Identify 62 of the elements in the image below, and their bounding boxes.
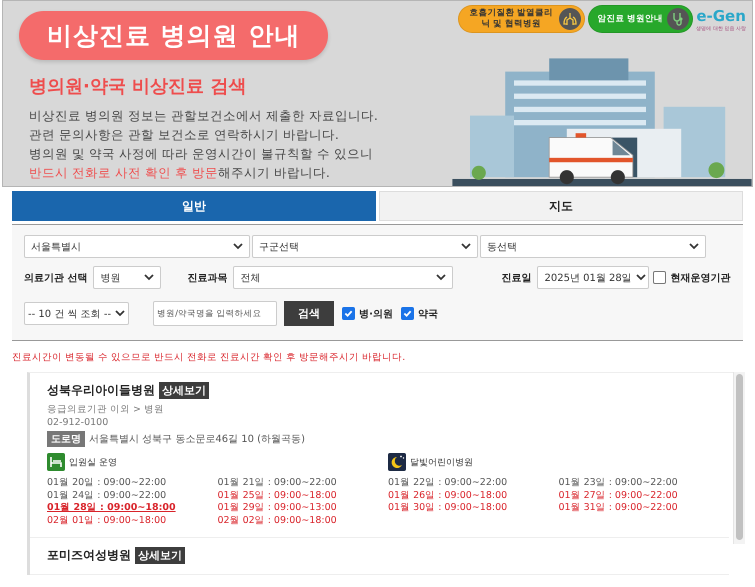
dropdown[interactable]: 서울특별시 (24, 235, 250, 258)
schedule-entry: 02월 02일 : 09:00~18:00 (218, 514, 338, 527)
bed-icon (47, 453, 65, 471)
field-label: 진료일 (501, 272, 532, 284)
checkbox[interactable] (653, 271, 666, 284)
checkbox[interactable] (342, 307, 356, 320)
schedule-entry: 01월 25일 : 09:00~18:00 (218, 490, 338, 502)
banner-subtitle: 병의원·약국 비상진료 검색 (29, 75, 248, 98)
chevron-down-icon (436, 274, 446, 281)
chevron-down-icon (233, 243, 243, 250)
moon-icon (388, 453, 406, 471)
chevron-down-icon (636, 274, 646, 281)
schedule-entry: 01월 22일 : 09:00~22:00 (388, 477, 508, 490)
checkbox-label: 현재운영기관 (670, 272, 730, 284)
notice-text: 진료시간이 변동될 수 있으므로 반드시 전화로 진료시간 확인 후 방문해주시기 바랍니다. (12, 351, 406, 364)
detail-button[interactable]: 상세보기 (135, 547, 185, 564)
search-field[interactable]: 병원/약국명을 입력하세요 (153, 301, 278, 326)
hospital-category: 응급의료기관 이외 > 병원 (47, 403, 166, 416)
dropdown[interactable]: 동선택 (480, 235, 706, 258)
phone-number: 02-912-0100 (47, 416, 110, 429)
stethoscope-icon (667, 8, 690, 30)
hospital-name: 포미즈여성병원 (47, 547, 131, 564)
logo-text: e-Gen (696, 6, 746, 24)
checkbox-label: 약국 (418, 308, 438, 320)
detail-button[interactable]: 상세보기 (159, 382, 209, 399)
chevron-down-icon (461, 243, 471, 250)
field-label: 의료기관 선택 (24, 272, 88, 284)
address-text: 서울특별시 성북구 동소문로46길 10 (하월곡동) (89, 433, 305, 446)
tab[interactable]: 지도 (379, 191, 743, 221)
banner-title: 비상진료 병의원 안내 (19, 11, 328, 60)
schedule-entry: 01월 30일 : 09:00~18:00 (388, 502, 508, 514)
schedule-entry: 01월 24일 : 09:00~22:00 (47, 490, 168, 502)
banner-description: 비상진료 병의원 정보는 관할보건소에서 제출한 자료입니다. 관련 문의사항은 관할 보건소로 연락하시기 바랍니다. 병의원 및 약국 사정에 따라 운영시간이 불규칙할 수 있으니 반드시 전화로 사전 확인 후 방문해주시기 바랍니다. (29, 107, 379, 182)
chevron-down-icon (115, 310, 126, 317)
dropdown[interactable]: 구군선택 (252, 235, 478, 258)
scrollbar[interactable] (733, 372, 745, 544)
lungs-icon (559, 8, 582, 30)
schedule-entry: 01월 20일 : 09:00~22:00 (47, 477, 168, 490)
chevron-down-icon (689, 243, 699, 250)
search-button[interactable]: 검색 (284, 301, 334, 326)
dropdown[interactable]: 병원 (93, 266, 162, 289)
banner-link[interactable]: 호흡기질환 발열클리닉 및 협력병원 (458, 5, 586, 33)
dropdown[interactable]: -- 10 건 씩 조회 -- (24, 302, 130, 325)
schedule-entry: 02월 01일 : 09:00~18:00 (47, 514, 168, 527)
schedule-entry: 01월 23일 : 09:00~22:00 (558, 477, 679, 490)
hospital-name: 성북우리아이들병원 (47, 382, 155, 399)
checkbox-label: 병·의원 (359, 308, 393, 320)
schedule-entry: 01월 31일 : 09:00~22:00 (558, 502, 679, 514)
address-tag: 도로명 (47, 431, 85, 447)
schedule-entry: 01월 21일 : 09:00~22:00 (218, 477, 338, 490)
badge-label: 입원실 운영 (69, 456, 117, 468)
schedule-entry: 01월 26일 : 09:00~18:00 (388, 490, 508, 502)
checkbox[interactable] (400, 307, 414, 320)
dropdown[interactable]: 전체 (233, 266, 454, 289)
badge-label: 달빛어린이병원 (410, 456, 473, 468)
dropdown[interactable]: 2025년 01월 28일 (537, 266, 650, 289)
tab[interactable]: 일반 (12, 191, 376, 221)
chevron-down-icon (144, 274, 154, 281)
schedule-entry: 01월 28일 : 09:00~18:00 (47, 502, 177, 514)
field-label: 진료과목 (187, 272, 228, 284)
schedule-entry: 01월 27일 : 09:00~22:00 (558, 490, 679, 502)
schedule-entry: 01월 29일 : 09:00~13:00 (218, 502, 338, 514)
